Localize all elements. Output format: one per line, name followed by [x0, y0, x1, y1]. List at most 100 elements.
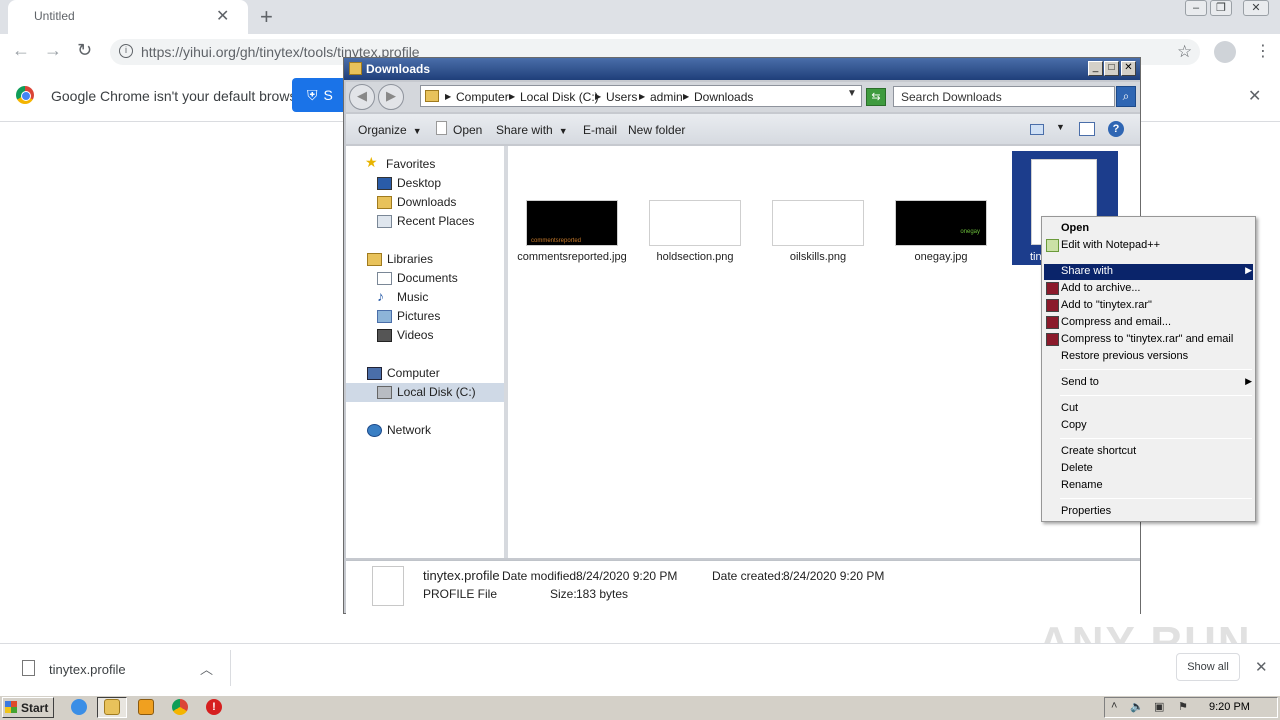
download-item[interactable]: tinytex.profile: [49, 662, 126, 677]
flag-icon[interactable]: ⚑: [1178, 700, 1188, 713]
reload-icon[interactable]: ↻: [77, 40, 92, 61]
share-with-button[interactable]: Share with ▼: [496, 123, 568, 137]
file-icon: [372, 566, 404, 606]
tab-close-icon[interactable]: ✕: [216, 6, 229, 26]
file-thumbnail[interactable]: [649, 200, 741, 246]
volume-icon[interactable]: 🔈: [1130, 700, 1144, 713]
media-player-icon[interactable]: [138, 699, 154, 715]
menu-label: Send to: [1061, 376, 1099, 388]
menu-item-copy[interactable]: Copy: [1061, 419, 1087, 431]
chevron-right-icon[interactable]: ▶: [683, 92, 689, 101]
nav-music[interactable]: ♪ Music: [377, 288, 428, 304]
organize-label: Organize: [358, 123, 407, 137]
explorer-titlebar[interactable]: [344, 58, 1140, 80]
file-name[interactable]: onegay.jpg: [886, 251, 996, 264]
explorer-maximize-button[interactable]: □: [1104, 61, 1119, 76]
warning-app-icon[interactable]: !: [206, 699, 222, 715]
refresh-icon[interactable]: ⇆: [866, 88, 886, 106]
file-name[interactable]: oilskills.png: [763, 251, 873, 264]
chevron-right-icon[interactable]: ▶: [595, 92, 601, 101]
explorer-close-button[interactable]: ✕: [1121, 61, 1136, 76]
menu-item-cut[interactable]: Cut: [1061, 402, 1078, 414]
menu-item-delete[interactable]: Delete: [1061, 462, 1093, 474]
breadcrumb-item[interactable]: Downloads: [694, 90, 753, 104]
breadcrumb-item[interactable]: Local Disk (C:): [520, 90, 599, 104]
breadcrumb-item[interactable]: Computer: [456, 90, 509, 104]
chevron-right-icon[interactable]: ▶: [639, 92, 645, 101]
nav-desktop[interactable]: Desktop: [377, 176, 441, 190]
file-thumbnail[interactable]: onegay: [895, 200, 987, 246]
network-tray-icon[interactable]: ▣: [1154, 700, 1164, 713]
close-window-button[interactable]: ✕: [1243, 0, 1269, 16]
videos-icon: [377, 329, 392, 342]
breadcrumb-item[interactable]: admin: [650, 90, 683, 104]
menu-item-compress-email[interactable]: Compress and email...: [1046, 316, 1171, 329]
nav-pictures[interactable]: Pictures: [377, 309, 440, 323]
nav-videos[interactable]: Videos: [377, 328, 433, 342]
menu-item-restore[interactable]: Restore previous versions: [1061, 350, 1188, 362]
restore-button[interactable]: ❐: [1210, 0, 1232, 16]
menu-icon[interactable]: ⋮: [1255, 41, 1271, 61]
file-name[interactable]: commentsreported.jpg: [517, 251, 627, 264]
nav-documents[interactable]: Documents: [377, 271, 458, 285]
help-icon[interactable]: ?: [1108, 121, 1124, 137]
explorer-back-icon[interactable]: ◀: [349, 84, 375, 110]
minimize-button[interactable]: –: [1185, 0, 1207, 16]
organize-button[interactable]: Organize ▼: [358, 123, 422, 137]
clock[interactable]: 9:20 PM: [1209, 701, 1250, 713]
explorer-minimize-button[interactable]: _: [1088, 61, 1103, 76]
chevron-down-icon[interactable]: ▼: [847, 88, 857, 99]
infobar-close-icon[interactable]: ✕: [1248, 86, 1261, 106]
new-folder-button[interactable]: New folder: [628, 123, 685, 137]
nav-recent-places[interactable]: Recent Places: [377, 214, 474, 228]
menu-item-add-rar[interactable]: Add to "tinytex.rar": [1046, 299, 1152, 312]
menu-item-compress-rar-email[interactable]: Compress to "tinytex.rar" and email: [1046, 333, 1233, 346]
menu-label: Edit with Notepad++: [1061, 239, 1161, 251]
menu-item-share-with[interactable]: Share with ▶: [1061, 265, 1252, 277]
nav-downloads[interactable]: Downloads: [377, 195, 456, 209]
email-button[interactable]: E-mail: [583, 123, 617, 137]
breadcrumb[interactable]: ▶ Computer ▶ Local Disk (C:) ▶ Users ▶ a…: [420, 85, 862, 107]
file-thumbnail[interactable]: commentsreported: [526, 200, 618, 246]
view-options-icon[interactable]: [1030, 124, 1044, 135]
nav-network[interactable]: Network: [367, 423, 431, 437]
menu-item-properties[interactable]: Properties: [1061, 505, 1111, 517]
file-name[interactable]: tin: [1030, 251, 1042, 263]
chevron-right-icon[interactable]: ▶: [445, 92, 451, 101]
new-tab-button[interactable]: +: [260, 4, 273, 30]
file-icon: [436, 121, 447, 135]
explorer-forward-icon[interactable]: ▶: [378, 84, 404, 110]
search-input[interactable]: Search Downloads: [893, 86, 1115, 107]
file-name[interactable]: holdsection.png: [640, 251, 750, 264]
nav-local-disk[interactable]: Local Disk (C:): [377, 385, 476, 399]
chevron-right-icon[interactable]: ▶: [509, 92, 515, 101]
chevron-up-icon[interactable]: ˄: [1111, 700, 1117, 712]
open-button[interactable]: Open: [453, 123, 482, 137]
search-icon[interactable]: ⌕: [1116, 86, 1136, 107]
music-icon: ♪: [377, 288, 384, 304]
nav-favorites[interactable]: ★ Favorites: [365, 154, 435, 171]
nav-computer[interactable]: Computer: [367, 366, 440, 380]
file-thumbnail[interactable]: [772, 200, 864, 246]
show-all-button[interactable]: Show all: [1176, 653, 1240, 681]
ie-icon[interactable]: [71, 699, 87, 715]
chrome-taskbar-icon[interactable]: [172, 699, 188, 715]
breadcrumb-item[interactable]: Users: [606, 90, 637, 104]
chevron-up-icon[interactable]: ︿: [200, 659, 213, 678]
preview-pane-icon[interactable]: [1079, 122, 1095, 136]
menu-item-open[interactable]: Open: [1061, 222, 1089, 234]
menu-item-send-to[interactable]: Send to ▶: [1061, 376, 1252, 388]
profile-icon[interactable]: [1214, 41, 1236, 63]
notepad-plus-plus-icon: [1046, 239, 1059, 252]
nav-libraries[interactable]: Libraries: [367, 252, 433, 266]
menu-item-create-shortcut[interactable]: Create shortcut: [1061, 445, 1136, 457]
star-icon[interactable]: ☆: [1177, 42, 1192, 62]
menu-item-rename[interactable]: Rename: [1061, 479, 1103, 491]
menu-item-edit-notepad[interactable]: Edit with Notepad++: [1046, 239, 1251, 252]
forward-icon[interactable]: →: [44, 40, 62, 61]
info-icon[interactable]: i: [119, 44, 133, 58]
shelf-close-icon[interactable]: ✕: [1255, 658, 1268, 676]
menu-item-add-archive[interactable]: Add to archive...: [1046, 282, 1141, 295]
chevron-down-icon[interactable]: ▼: [1056, 122, 1065, 132]
back-icon[interactable]: ←: [12, 40, 30, 61]
